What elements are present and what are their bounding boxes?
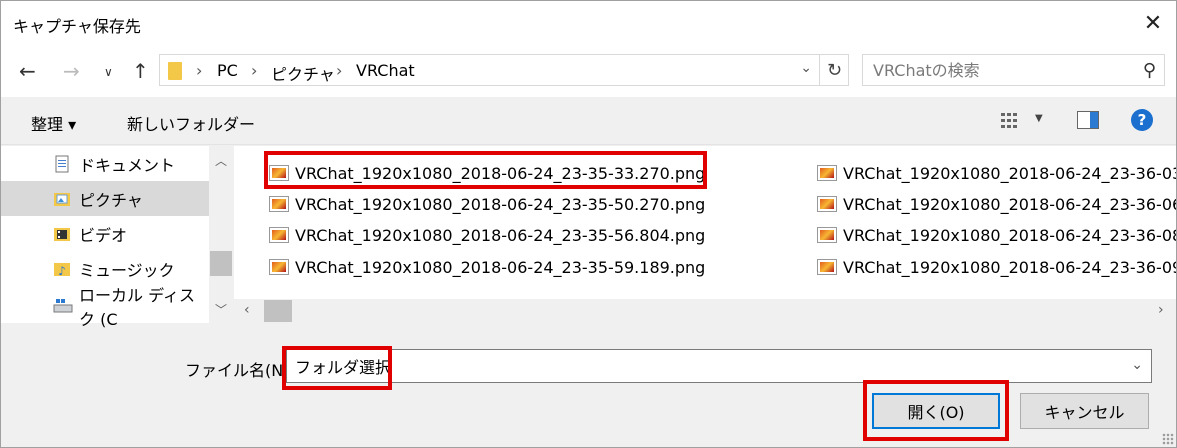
music-icon: ♪	[53, 260, 71, 278]
png-file-icon	[817, 259, 837, 275]
list-item[interactable]: VRChat_1920x1080_2018-06-24_23-35-33.270…	[269, 158, 705, 188]
file-name: VRChat_1920x1080_2018-06-24_23-36-03	[843, 163, 1176, 183]
breadcrumb-vrchat[interactable]: VRChat	[356, 61, 415, 80]
sidebar-item-label: ローカル ディスク (C	[79, 285, 195, 329]
title-bar: キャプチャ保存先 ✕	[1, 1, 1176, 45]
documents-icon	[53, 155, 71, 173]
view-options-icon[interactable]	[1001, 111, 1023, 135]
sidebar-item-label: ビデオ	[79, 225, 128, 245]
file-name: VRChat_1920x1080_2018-06-24_23-35-59.189…	[295, 257, 706, 277]
list-item[interactable]: VRChat_1920x1080_2018-06-24_23-35-56.804…	[269, 220, 705, 250]
navigation-pane: ドキュメント ピクチャ ビデオ ♪ ミュージック ローカル ディスク (C ︿ …	[1, 146, 233, 329]
breadcrumb-pictures[interactable]: ピクチャ	[271, 61, 335, 85]
scroll-down-icon[interactable]: ﹀	[215, 301, 227, 318]
preview-pane-icon[interactable]	[1077, 111, 1099, 133]
sidebar-item-videos[interactable]: ビデオ	[1, 216, 209, 251]
cancel-button[interactable]: キャンセル	[1020, 393, 1149, 429]
filename-dropdown-icon[interactable]: ⌄	[1131, 357, 1143, 373]
navigation-pane-scrollbar[interactable]: ︿ ﹀	[209, 146, 233, 323]
close-button[interactable]: ✕	[1130, 1, 1176, 45]
navigation-bar: ← → ∨ ↑ › PC › ピクチャ › VRChat ⌄ ↻ ⚲	[1, 45, 1176, 97]
open-button[interactable]: 開く(O)	[872, 393, 1000, 429]
close-icon: ✕	[1143, 10, 1163, 36]
file-name: VRChat_1920x1080_2018-06-24_23-35-33.270…	[295, 163, 706, 183]
disk-icon	[53, 297, 73, 315]
address-dropdown-icon[interactable]: ⌄	[800, 60, 812, 76]
help-icon: ?	[1138, 111, 1147, 129]
scrollbar-thumb[interactable]	[210, 251, 232, 276]
filename-label: ファイル名(N):	[185, 361, 295, 380]
file-name: VRChat_1920x1080_2018-06-24_23-36-06	[843, 194, 1176, 214]
back-arrow-icon[interactable]: ←	[19, 59, 36, 83]
pictures-icon	[53, 190, 71, 208]
cancel-button-label: キャンセル	[1044, 403, 1125, 422]
png-file-icon	[269, 227, 289, 243]
address-bar[interactable]: › PC › ピクチャ › VRChat ⌄	[159, 54, 849, 86]
file-name: VRChat_1920x1080_2018-06-24_23-35-56.804…	[295, 225, 706, 245]
filename-field[interactable]: ⌄	[286, 349, 1152, 383]
open-button-label: 開く(O)	[907, 403, 965, 422]
scroll-up-icon[interactable]: ︿	[215, 152, 227, 169]
help-button[interactable]: ?	[1130, 108, 1154, 136]
sidebar-item-label: ミュージック	[79, 260, 175, 280]
file-list: VRChat_1920x1080_2018-06-24_23-35-33.270…	[234, 146, 1176, 323]
breadcrumb-pc[interactable]: PC	[217, 61, 238, 80]
up-arrow-icon[interactable]: ↑	[132, 59, 149, 83]
file-name: VRChat_1920x1080_2018-06-24_23-36-08	[843, 225, 1176, 245]
window-title: キャプチャ保存先	[13, 17, 141, 36]
scrollbar-thumb[interactable]	[264, 300, 292, 322]
png-file-icon	[817, 165, 837, 181]
organize-menu-button[interactable]: 整理 ▾	[31, 111, 76, 135]
view-dropdown-icon[interactable]: ▼	[1035, 113, 1043, 124]
breadcrumb-separator-icon[interactable]: ›	[196, 61, 202, 80]
png-file-icon	[269, 165, 289, 181]
command-bar: 整理 ▾ 新しいフォルダー ▼ ?	[1, 97, 1176, 145]
png-file-icon	[817, 196, 837, 212]
file-name: VRChat_1920x1080_2018-06-24_23-35-50.270…	[295, 194, 706, 214]
png-file-icon	[269, 196, 289, 212]
folder-icon	[168, 62, 182, 80]
scroll-left-icon[interactable]: ‹	[244, 302, 250, 318]
file-name: VRChat_1920x1080_2018-06-24_23-36-09	[843, 257, 1176, 277]
refresh-icon: ↻	[826, 59, 843, 81]
svg-text:♪: ♪	[58, 264, 66, 278]
save-dialog: キャプチャ保存先 ✕ ← → ∨ ↑ › PC › ピクチャ › VRChat …	[0, 0, 1177, 448]
file-list-scrollbar[interactable]: ‹ ›	[234, 299, 1176, 323]
filename-input[interactable]	[287, 350, 1107, 382]
sidebar-item-label: ピクチャ	[79, 190, 143, 210]
refresh-button[interactable]: ↻	[819, 54, 849, 86]
png-file-icon	[817, 227, 837, 243]
list-item[interactable]: VRChat_1920x1080_2018-06-24_23-35-59.189…	[269, 252, 705, 282]
breadcrumb-separator-icon[interactable]: ›	[336, 61, 342, 80]
sidebar-item-pictures[interactable]: ピクチャ	[1, 181, 209, 216]
recent-locations-chevron-icon[interactable]: ∨	[104, 65, 113, 79]
list-item[interactable]: VRChat_1920x1080_2018-06-24_23-36-03	[817, 158, 1176, 188]
list-item[interactable]: VRChat_1920x1080_2018-06-24_23-36-06	[817, 189, 1176, 219]
sidebar-item-label: ドキュメント	[79, 155, 176, 175]
list-item[interactable]: VRChat_1920x1080_2018-06-24_23-36-09	[817, 252, 1176, 282]
scroll-right-icon[interactable]: ›	[1158, 302, 1164, 318]
breadcrumb-separator-icon[interactable]: ›	[251, 61, 257, 80]
videos-icon	[53, 225, 71, 243]
png-file-icon	[269, 259, 289, 275]
search-box[interactable]: ⚲	[862, 54, 1165, 86]
new-folder-button[interactable]: 新しいフォルダー	[127, 111, 255, 135]
sidebar-item-documents[interactable]: ドキュメント	[1, 146, 209, 181]
sidebar-item-local-disk[interactable]: ローカル ディスク (C	[1, 286, 209, 329]
resize-grip-icon[interactable]	[1162, 433, 1174, 445]
forward-arrow-icon[interactable]: →	[63, 59, 80, 83]
search-input[interactable]	[863, 55, 1133, 85]
list-item[interactable]: VRChat_1920x1080_2018-06-24_23-35-50.270…	[269, 189, 705, 219]
list-item[interactable]: VRChat_1920x1080_2018-06-24_23-36-08	[817, 220, 1176, 250]
search-icon[interactable]: ⚲	[1143, 60, 1156, 81]
